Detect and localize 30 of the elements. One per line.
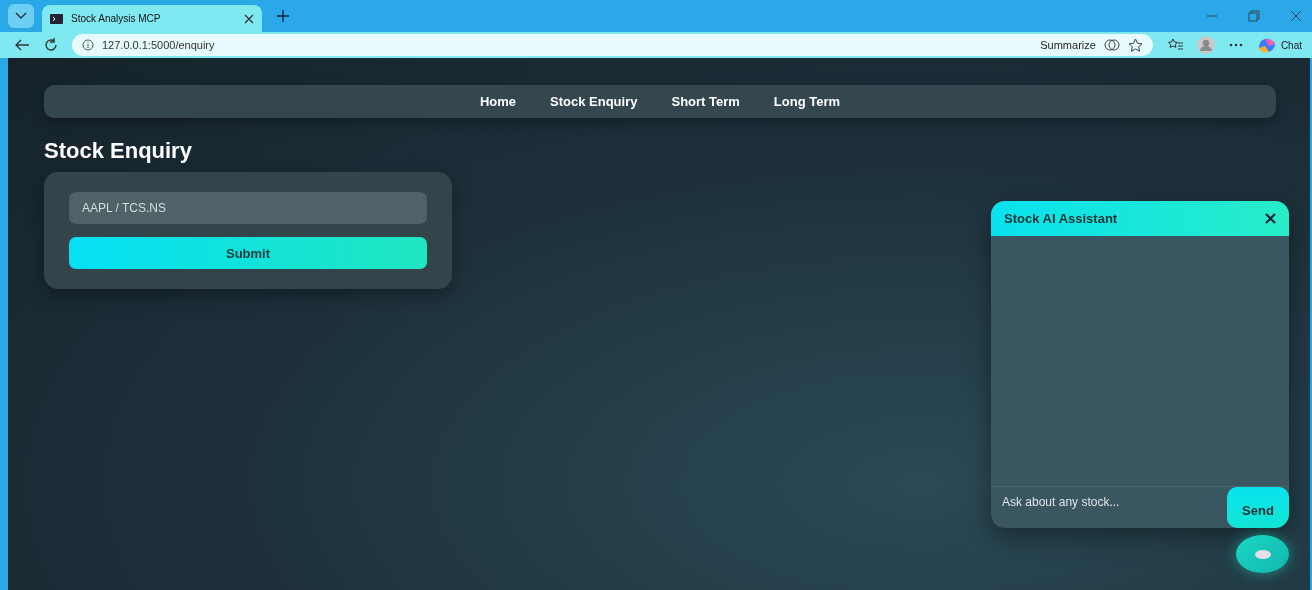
tab-list-button[interactable] — [8, 4, 34, 28]
info-icon — [82, 39, 94, 51]
more-icon[interactable] — [1228, 43, 1243, 47]
nav-link[interactable]: Long Term — [773, 94, 841, 109]
star-icon[interactable] — [1127, 37, 1143, 53]
copilot-logo-icon — [1256, 36, 1277, 54]
nav-link[interactable]: Stock Enquiry — [550, 94, 638, 109]
address-bar[interactable]: 127.0.0.1:5000/enquiry Summarize — [72, 34, 1153, 56]
browser-tab[interactable]: Stock Analysis MCP — [42, 5, 262, 32]
close-icon[interactable] — [1265, 213, 1276, 224]
summarize-button[interactable]: Summarize — [1040, 39, 1096, 51]
close-icon[interactable] — [244, 13, 254, 24]
copilot-icon — [1103, 38, 1120, 52]
nav-link[interactable]: Home — [479, 94, 517, 109]
nav-link[interactable]: Short Term — [671, 94, 740, 109]
page-title: Stock Enquiry — [44, 138, 193, 164]
chat-title: Stock AI Assistant — [1004, 211, 1118, 226]
back-icon[interactable] — [14, 39, 30, 51]
chat-button[interactable]: Chat — [1256, 36, 1302, 54]
terminal-icon — [50, 13, 63, 24]
restore-icon[interactable] — [1248, 10, 1260, 22]
chat-input-field[interactable]: Ask about any stock... — [991, 487, 1227, 528]
send-button[interactable]: Send — [1227, 487, 1289, 528]
reload-icon[interactable] — [44, 38, 58, 52]
submit-button[interactable]: Submit — [69, 237, 427, 269]
chevron-down-icon — [15, 12, 27, 20]
chat-toggle-button[interactable] — [1236, 535, 1289, 573]
new-tab-icon[interactable] — [276, 9, 290, 23]
favorites-icon[interactable] — [1166, 38, 1183, 52]
ticker-input-field[interactable]: AAPL / TCS.NS — [69, 192, 427, 224]
